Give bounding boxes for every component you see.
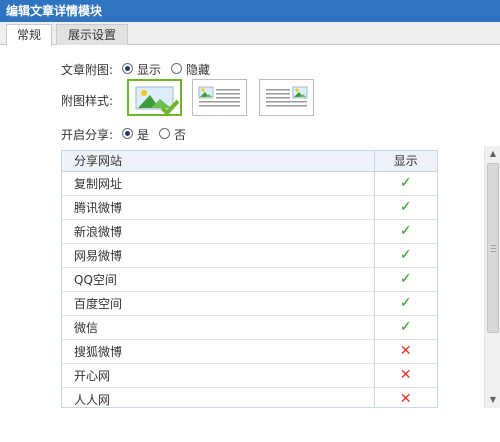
column-header-site: 分享网站 xyxy=(62,151,374,172)
image-style-option-image-only[interactable] xyxy=(127,79,182,116)
share-site-name: 人人网 xyxy=(62,387,374,407)
image-only-style-icon xyxy=(135,86,180,114)
scroll-up-arrow-icon[interactable]: ▲ xyxy=(485,146,500,162)
share-yes-radio[interactable] xyxy=(122,128,133,139)
check-icon[interactable]: ✓ xyxy=(373,315,437,340)
table-row: 百度空间 ✓ xyxy=(62,291,437,316)
image-left-text-style-icon xyxy=(198,86,240,107)
share-no-radio[interactable] xyxy=(159,128,170,139)
cross-icon[interactable]: ✕ xyxy=(373,339,437,364)
image-right-text-style-icon xyxy=(266,86,308,107)
check-icon[interactable]: ✓ xyxy=(373,243,437,268)
table-row: 人人网 ✕ xyxy=(62,387,437,407)
scrollbar-grip-line xyxy=(491,245,496,246)
table-row: 腾讯微博 ✓ xyxy=(62,195,437,220)
share-no-radio-label[interactable]: 否 xyxy=(174,126,186,143)
hide-image-radio-label[interactable]: 隐藏 xyxy=(186,61,210,78)
share-site-name: 网易微博 xyxy=(62,243,374,268)
share-site-name: 开心网 xyxy=(62,363,374,388)
share-sites-table: 分享网站 显示 复制网址 ✓ 腾讯微博 ✓ 新浪微博 ✓ 网易微博 ✓ QQ空间 ✓ 百度空间 ✓ 微信… xyxy=(61,150,438,408)
check-icon[interactable]: ✓ xyxy=(373,195,437,220)
article-image-label: 文章附图: xyxy=(61,63,114,77)
tab-general[interactable]: 常规 xyxy=(6,24,52,46)
table-row: 复制网址 ✓ xyxy=(62,171,437,196)
share-site-name: QQ空间 xyxy=(62,267,374,292)
scrollbar-thumb[interactable] xyxy=(487,163,499,333)
image-style-option-image-left[interactable] xyxy=(192,79,247,116)
table-row: QQ空间 ✓ xyxy=(62,267,437,292)
table-header-row: 分享网站 显示 xyxy=(62,151,437,172)
scroll-down-arrow-icon[interactable]: ▼ xyxy=(485,392,500,408)
scrollbar-grip-line xyxy=(491,248,496,249)
check-icon[interactable]: ✓ xyxy=(373,267,437,292)
show-image-radio[interactable] xyxy=(122,63,133,74)
check-icon[interactable]: ✓ xyxy=(373,219,437,244)
image-style-option-image-right[interactable] xyxy=(259,79,314,116)
share-site-name: 微信 xyxy=(62,315,374,340)
table-row: 微信 ✓ xyxy=(62,315,437,340)
table-row: 开心网 ✕ xyxy=(62,363,437,388)
cross-icon[interactable]: ✕ xyxy=(373,363,437,388)
share-site-name: 新浪微博 xyxy=(62,219,374,244)
table-row: 新浪微博 ✓ xyxy=(62,219,437,244)
check-icon[interactable]: ✓ xyxy=(373,291,437,316)
table-row: 网易微博 ✓ xyxy=(62,243,437,268)
image-style-label: 附图样式: xyxy=(61,94,114,108)
share-site-name: 腾讯微博 xyxy=(62,195,374,220)
share-yes-radio-label[interactable]: 是 xyxy=(137,126,149,143)
table-row: 搜狐微博 ✕ xyxy=(62,339,437,364)
tab-bar: 常规 展示设置 xyxy=(0,22,500,46)
scrollbar-grip-line xyxy=(491,251,496,252)
share-site-name: 复制网址 xyxy=(62,171,374,196)
share-site-name: 搜狐微博 xyxy=(62,339,374,364)
enable-share-label: 开启分享: xyxy=(61,128,114,142)
vertical-scrollbar[interactable]: ▲ ▼ xyxy=(484,146,500,408)
dialog-title: 编辑文章详情模块 xyxy=(0,0,500,22)
show-image-radio-label[interactable]: 显示 xyxy=(137,61,161,78)
hide-image-radio[interactable] xyxy=(171,63,182,74)
cross-icon[interactable]: ✕ xyxy=(373,387,437,407)
share-site-name: 百度空间 xyxy=(62,291,374,316)
tab-display-settings[interactable]: 展示设置 xyxy=(56,24,128,45)
column-header-show: 显示 xyxy=(373,151,437,172)
check-icon[interactable]: ✓ xyxy=(373,171,437,196)
